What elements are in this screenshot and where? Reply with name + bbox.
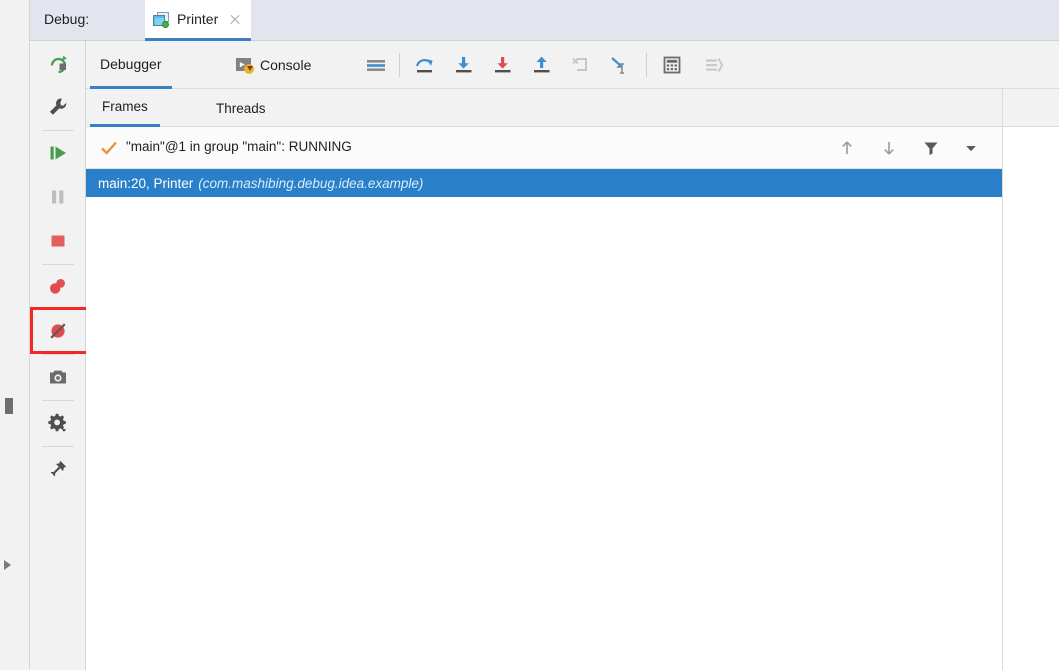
breakpoints-icon	[50, 279, 65, 294]
chevron-down-icon	[966, 146, 976, 152]
debug-header-bar: Debug: Printer	[30, 0, 1059, 41]
tool-window-marker	[5, 398, 13, 414]
run-configuration-icon	[153, 11, 170, 28]
frames-threads-tabs: Frames Threads	[86, 89, 1002, 127]
debugger-main-panel: Debugger ▸ Console Frames Threads "main"…	[86, 41, 1059, 670]
step-into-button[interactable]	[450, 52, 478, 78]
sub-tab-threads-label: Threads	[216, 100, 266, 116]
move-up-button[interactable]	[834, 137, 860, 159]
show-execution-point-button[interactable]	[362, 52, 390, 78]
frames-list: main:20, Printer (com.mashibing.debug.id…	[86, 169, 1002, 670]
execution-point-icon	[367, 60, 385, 71]
arrow-up-icon	[842, 141, 852, 154]
collapse-arrow-icon[interactable]	[4, 560, 11, 570]
console-icon: ▸	[236, 57, 254, 74]
thread-selector-label: "main"@1 in group "main": RUNNING	[126, 139, 352, 154]
mute-breakpoints-icon	[50, 323, 66, 339]
run-configuration-tab[interactable]: Printer	[145, 0, 252, 41]
tab-console[interactable]: ▸ Console	[226, 41, 321, 89]
close-icon[interactable]	[228, 13, 241, 26]
evaluate-expression-button[interactable]	[658, 52, 686, 78]
force-step-into-icon	[495, 57, 511, 73]
debug-actions-toolbar	[30, 41, 112, 670]
step-into-icon	[456, 57, 472, 73]
stop-icon	[51, 235, 65, 247]
tab-debugger[interactable]: Debugger	[90, 41, 172, 89]
thread-selector-row[interactable]: "main"@1 in group "main": RUNNING	[86, 127, 1002, 169]
dropdown-button[interactable]	[958, 137, 984, 159]
variables-panel	[1002, 127, 1059, 670]
view-breakpoints-button[interactable]	[30, 265, 86, 309]
toolbar-separator	[646, 53, 647, 77]
tab-debugger-label: Debugger	[100, 55, 162, 72]
pin-icon	[50, 460, 67, 477]
settings-button[interactable]	[30, 401, 86, 445]
tool-window-bar-left: Structure Favorites Build	[0, 0, 30, 670]
frame-package: (com.mashibing.debug.idea.example)	[198, 175, 424, 191]
run-configuration-title: Printer	[177, 11, 219, 27]
table-row[interactable]: main:20, Printer (com.mashibing.debug.id…	[86, 169, 1002, 197]
debug-tool-window: Structure Favorites Build Debug: Printer	[0, 0, 1059, 670]
step-over-button[interactable]	[411, 52, 439, 78]
camera-icon	[50, 370, 66, 384]
drop-frame-button[interactable]	[567, 52, 595, 78]
gear-icon	[48, 413, 66, 432]
screenshot-button[interactable]	[30, 355, 86, 399]
sub-tab-frames[interactable]: Frames	[90, 89, 160, 127]
rerun-button[interactable]	[30, 41, 86, 85]
run-to-cursor-icon	[611, 57, 624, 74]
pin-tab-button[interactable]	[30, 447, 86, 491]
rerun-icon	[50, 55, 67, 74]
stop-button[interactable]	[30, 219, 86, 263]
step-over-icon	[415, 59, 433, 73]
debug-label: Debug:	[44, 11, 90, 27]
settings-toolbar-button[interactable]	[700, 52, 728, 78]
resume-icon	[50, 146, 66, 160]
debugger-tabs-row: Debugger ▸ Console	[86, 41, 1059, 89]
pause-program-button[interactable]	[30, 175, 86, 219]
run-to-cursor-button[interactable]	[606, 52, 634, 78]
force-step-into-button[interactable]	[489, 52, 517, 78]
tab-console-label: Console	[260, 57, 312, 73]
resume-program-button[interactable]	[30, 131, 86, 175]
mute-breakpoints-button[interactable]	[30, 309, 86, 353]
checkmark-icon	[101, 141, 117, 155]
step-out-icon	[534, 56, 550, 73]
sub-tab-frames-label: Frames	[102, 99, 148, 114]
move-down-button[interactable]	[876, 137, 902, 159]
filter-icon	[924, 142, 938, 156]
arrow-down-icon	[884, 142, 894, 155]
step-out-button[interactable]	[528, 52, 556, 78]
wrench-icon	[50, 98, 67, 115]
edit-configurations-button[interactable]	[30, 85, 86, 129]
calculator-icon	[663, 56, 681, 74]
variables-panel-header: Va	[1002, 89, 1059, 127]
sub-tab-threads[interactable]: Threads	[204, 89, 278, 127]
layout-settings-icon	[706, 58, 724, 72]
drop-frame-icon	[572, 57, 587, 71]
toolbar-separator	[399, 53, 400, 77]
frame-location: main:20, Printer	[98, 175, 194, 191]
filter-button[interactable]	[918, 137, 944, 159]
pause-icon	[52, 190, 64, 204]
